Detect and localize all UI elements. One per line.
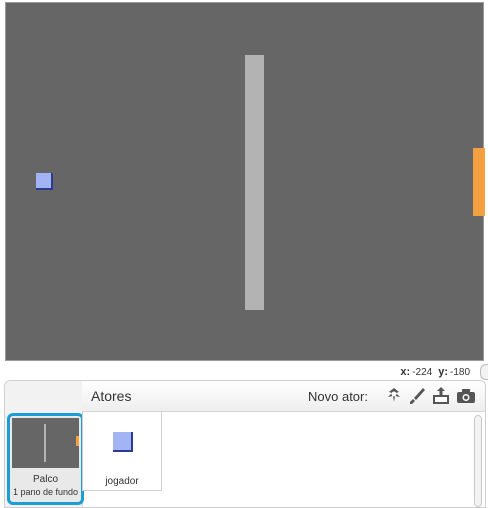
- stage-thumbnail-image: [12, 418, 79, 468]
- mouse-coordinates: x: -224 y: -180: [400, 366, 470, 378]
- sprite-list-scrollbar[interactable]: [474, 415, 482, 507]
- paint-brush-icon[interactable]: [408, 387, 428, 405]
- orange-goal-sprite[interactable]: [473, 148, 485, 216]
- new-sprite-label: Novo ator:: [308, 389, 368, 404]
- sprite-tile-jogador[interactable]: jogador: [82, 412, 162, 491]
- y-label: y:: [438, 366, 448, 378]
- sprite-name: jogador: [105, 476, 139, 487]
- stage-name: Palco: [32, 474, 58, 485]
- y-value: -180: [449, 367, 470, 378]
- stage-backdrop-count: 1 pano de fundo: [12, 487, 79, 497]
- player-sprite[interactable]: [36, 173, 53, 190]
- stage-area: [0, 0, 488, 365]
- sprite-thumbnail: [113, 432, 133, 452]
- x-label: x:: [400, 366, 411, 378]
- sprites-title: Atores: [91, 388, 132, 404]
- center-wall-sprite[interactable]: [245, 55, 264, 310]
- sprite-pane: Atores Novo ator: Palco 1 pano de fundo …: [4, 380, 486, 508]
- stage-canvas[interactable]: [5, 2, 485, 361]
- sprites-header: Atores Novo ator:: [82, 381, 485, 412]
- sprite-library-icon[interactable]: [384, 387, 404, 405]
- stage-size-toggle[interactable]: [480, 364, 488, 380]
- camera-icon[interactable]: [456, 387, 476, 405]
- stage-thumbnail[interactable]: Palco 1 pano de fundo: [7, 413, 84, 505]
- upload-icon[interactable]: [431, 387, 451, 405]
- x-value: -224: [412, 367, 433, 378]
